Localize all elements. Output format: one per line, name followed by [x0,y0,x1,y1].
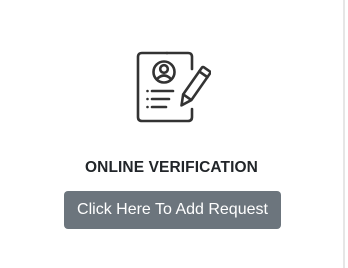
add-request-button[interactable]: Click Here To Add Request [64,191,281,229]
panel-divider [343,0,345,268]
document-profile-pen-icon [133,51,211,123]
card-title: ONLINE VERIFICATION [85,159,258,176]
verification-card: ONLINE VERIFICATION Click Here To Add Re… [0,0,343,268]
